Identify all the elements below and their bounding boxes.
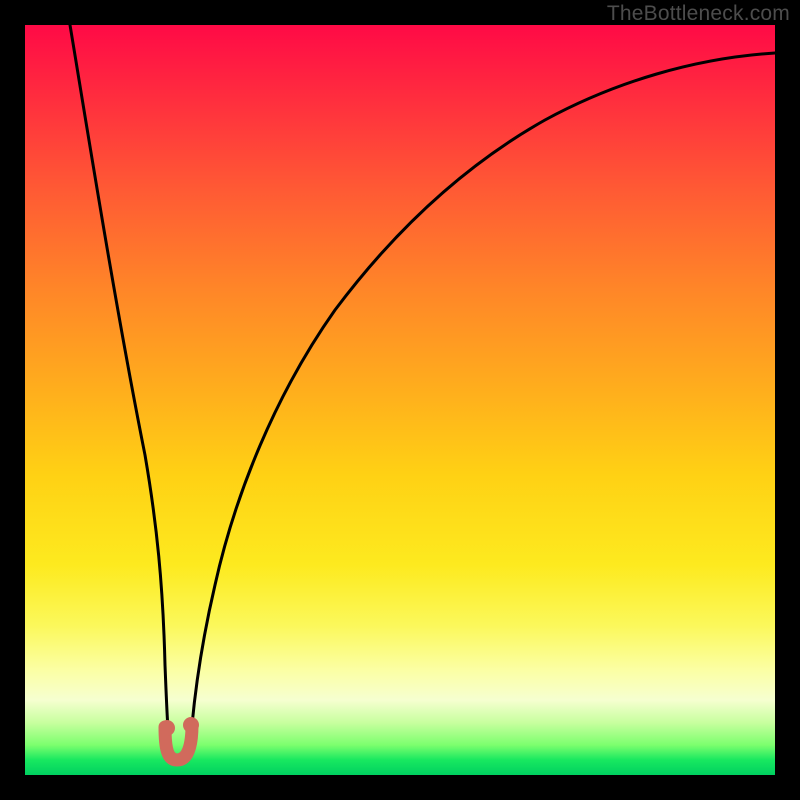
plot-area bbox=[25, 25, 775, 775]
bottleneck-curve bbox=[70, 25, 775, 756]
foot-right-dot bbox=[183, 717, 199, 733]
watermark-text: TheBottleneck.com bbox=[607, 2, 790, 26]
outer-frame: TheBottleneck.com bbox=[0, 0, 800, 800]
foot-left-dot bbox=[159, 720, 175, 736]
chart-svg bbox=[25, 25, 775, 775]
